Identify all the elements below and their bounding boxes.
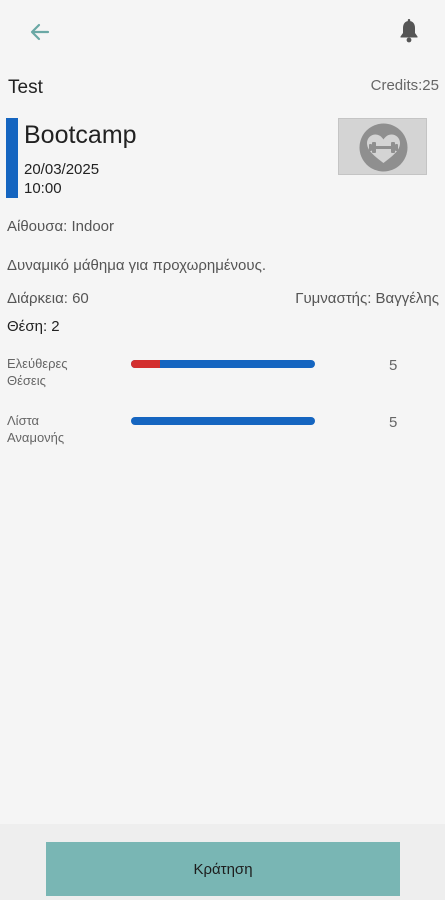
waitlist-label-line1: Λίστα	[7, 413, 40, 428]
class-description: Δυναμικό μάθημα για προχωρημένους.	[7, 257, 266, 274]
free-spots-label-line1: Ελεύθερες	[7, 356, 68, 371]
credits-label: Credits:25	[370, 77, 439, 94]
free-spots-label: Ελεύθερες Θέσεις	[7, 355, 107, 389]
book-button[interactable]: Κράτηση	[46, 842, 400, 896]
class-accent-bar	[6, 118, 18, 198]
room-label: Αίθουσα: Indoor	[7, 218, 115, 235]
class-title: Bootcamp	[24, 121, 137, 149]
class-time: 10:00	[24, 180, 62, 197]
duration-label: Διάρκεια: 60	[7, 290, 89, 307]
class-card: Bootcamp 20/03/2025 10:00	[6, 118, 438, 200]
free-spots-bar	[131, 360, 315, 368]
waitlist-label: Λίστα Αναμονής	[7, 412, 107, 446]
trainer-label: Γυμναστής: Βαγγέλης	[295, 290, 439, 307]
free-spots-value: 5	[389, 357, 398, 374]
free-spots-bar-taken	[131, 360, 161, 368]
back-button[interactable]	[26, 18, 54, 46]
header-row: Test Credits:25	[0, 74, 445, 104]
waitlist-bar	[131, 417, 315, 425]
position-label: Θέση: 2	[7, 318, 60, 335]
class-date: 20/03/2025	[24, 161, 100, 178]
free-spots-label-line2: Θέσεις	[7, 373, 46, 388]
waitlist-value: 5	[389, 414, 398, 431]
heart-dumbbell-icon	[359, 123, 408, 172]
waitlist-label-line2: Αναμονής	[7, 430, 65, 445]
user-name: Test	[8, 77, 43, 98]
arrow-left-icon	[30, 23, 50, 41]
bell-icon	[400, 19, 418, 43]
class-image	[338, 118, 427, 175]
top-app-bar	[0, 0, 445, 62]
notifications-button[interactable]	[397, 18, 421, 44]
